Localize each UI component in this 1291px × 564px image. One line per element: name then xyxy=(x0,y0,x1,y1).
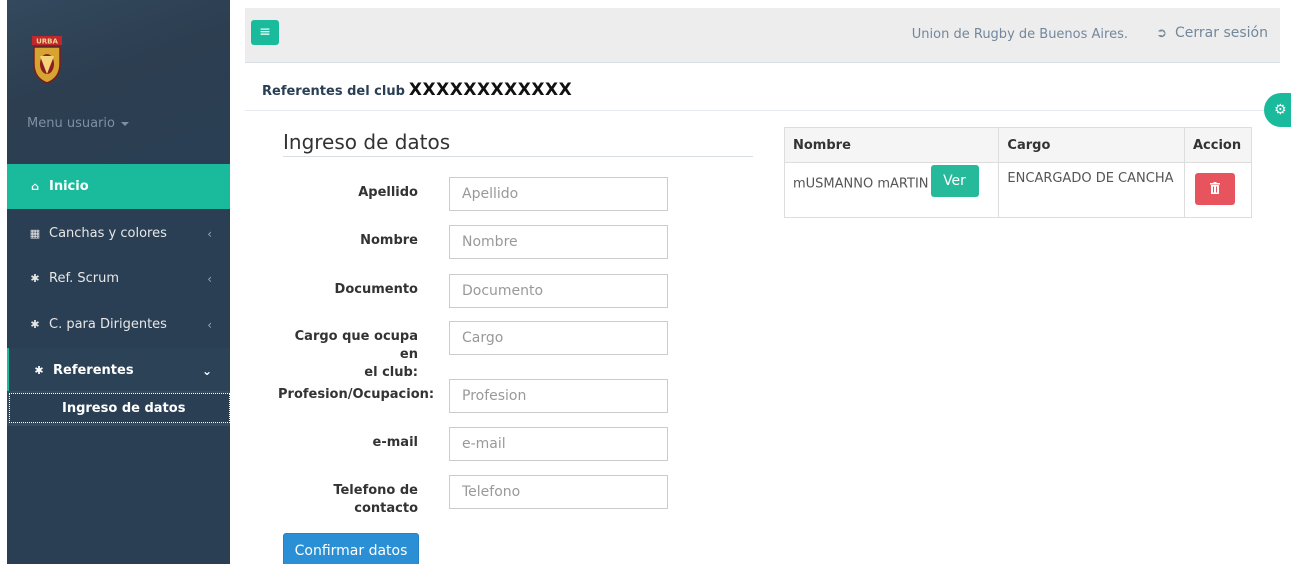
referente-name: mUSMANNO mARTIN xyxy=(793,176,929,192)
nombre-input[interactable] xyxy=(449,225,668,259)
table-row: mUSMANNO mARTIN Ver ENCARGADO DE CANCHA xyxy=(783,162,1252,218)
menu-toggle-button[interactable]: ≡ xyxy=(251,20,279,45)
field-label-cargo: Cargo que ocupa en el club: xyxy=(278,328,418,382)
hamburger-icon: ≡ xyxy=(259,24,271,40)
chevron-left-icon: ‹ xyxy=(207,271,212,286)
field-label-nombre: Nombre xyxy=(360,233,418,248)
sidebar-item-label: Inicio xyxy=(49,179,89,194)
sidebar-profile: URBA Menu usuario xyxy=(7,0,230,163)
field-label-telefono: Telefono de contacto xyxy=(278,482,418,518)
sidebar-item-label: Referentes xyxy=(53,363,134,378)
cell-accion xyxy=(1184,162,1252,218)
home-icon: ⌂ xyxy=(31,180,39,193)
cell-cargo: ENCARGADO DE CANCHA xyxy=(998,162,1185,218)
urba-logo: URBA xyxy=(32,36,62,84)
profesion-input[interactable] xyxy=(449,379,668,413)
user-menu[interactable]: Menu usuario xyxy=(27,116,129,131)
cargo-input[interactable] xyxy=(449,321,668,355)
field-label-line: Cargo que ocupa en xyxy=(294,329,418,362)
sidebar: URBA Menu usuario ⌂ Inicio ▦ Canchas y c… xyxy=(7,0,230,564)
cell-nombre: mUSMANNO mARTIN Ver xyxy=(783,162,1000,218)
gears-icon: ⚙ xyxy=(1274,102,1287,118)
field-label-documento: Documento xyxy=(334,282,418,297)
table-icon: ▦ xyxy=(29,227,41,240)
confirm-button[interactable]: Confirmar datos xyxy=(283,533,419,564)
field-label-line: el club: xyxy=(364,365,418,380)
sidebar-subitem-ingreso[interactable]: Ingreso de datos xyxy=(9,393,230,423)
referentes-table: Nombre Cargo Accion mUSMANNO mARTIN Ver E… xyxy=(783,127,1252,218)
top-navbar: ≡ Union de Rugby de Buenos Aires. ➲ Cerr… xyxy=(245,8,1280,63)
sidebar-item-referentes[interactable]: ✱ Referentes ⌄ xyxy=(7,348,230,393)
club-name: XXXXXXXXXXXX xyxy=(408,80,573,100)
caret-down-icon xyxy=(120,121,129,126)
column-header-cargo: Cargo xyxy=(998,127,1185,163)
svg-text:URBA: URBA xyxy=(36,38,58,46)
chevron-down-icon: ⌄ xyxy=(201,363,212,378)
column-header-accion: Accion xyxy=(1184,127,1252,163)
sidebar-item-inicio[interactable]: ⌂ Inicio xyxy=(7,164,230,209)
table-header-row: Nombre Cargo Accion xyxy=(783,127,1252,163)
chevron-left-icon: ‹ xyxy=(207,317,212,332)
apellido-input[interactable] xyxy=(449,177,668,211)
field-label-profesion: Profesion/Ocupacion: xyxy=(278,387,435,402)
delete-button[interactable] xyxy=(1195,173,1235,205)
email-input[interactable] xyxy=(449,427,668,461)
sidebar-item-dirigentes[interactable]: ✱ C. para Dirigentes ‹ xyxy=(7,302,230,347)
settings-toggle[interactable]: ⚙ xyxy=(1264,93,1291,127)
column-header-nombre: Nombre xyxy=(783,127,1000,163)
gear-icon: ✱ xyxy=(34,364,44,377)
gear-icon: ✱ xyxy=(30,318,40,331)
sidebar-item-canchas[interactable]: ▦ Canchas y colores ‹ xyxy=(7,211,230,256)
sign-out-icon: ➲ xyxy=(1156,25,1168,41)
trash-icon xyxy=(1210,182,1220,194)
field-label-apellido: Apellido xyxy=(358,185,418,200)
sidebar-item-label: Canchas y colores xyxy=(49,226,167,241)
view-button[interactable]: Ver xyxy=(930,165,979,197)
user-menu-label: Menu usuario xyxy=(27,116,115,131)
field-label-line: contacto xyxy=(354,501,418,516)
gear-icon: ✱ xyxy=(30,272,40,285)
divider xyxy=(283,156,753,157)
logout-label: Cerrar sesión xyxy=(1175,25,1268,41)
documento-input[interactable] xyxy=(449,274,668,308)
divider xyxy=(245,110,1280,111)
page-title-prefix: Referentes del club xyxy=(262,84,405,99)
field-label-line: Telefono de xyxy=(333,483,418,498)
organization-name: Union de Rugby de Buenos Aires. xyxy=(911,27,1128,42)
logout-link[interactable]: ➲ Cerrar sesión xyxy=(1156,25,1268,41)
chevron-left-icon: ‹ xyxy=(207,226,212,241)
telefono-input[interactable] xyxy=(449,475,668,509)
page-title: Referentes del club XXXXXXXXXXXX xyxy=(262,80,572,100)
field-label-email: e-mail xyxy=(372,435,418,450)
sidebar-item-ref-scrum[interactable]: ✱ Ref. Scrum ‹ xyxy=(7,256,230,301)
sidebar-item-label: C. para Dirigentes xyxy=(49,317,167,332)
form-title: Ingreso de datos xyxy=(283,130,451,154)
sidebar-item-label: Ref. Scrum xyxy=(49,271,119,286)
